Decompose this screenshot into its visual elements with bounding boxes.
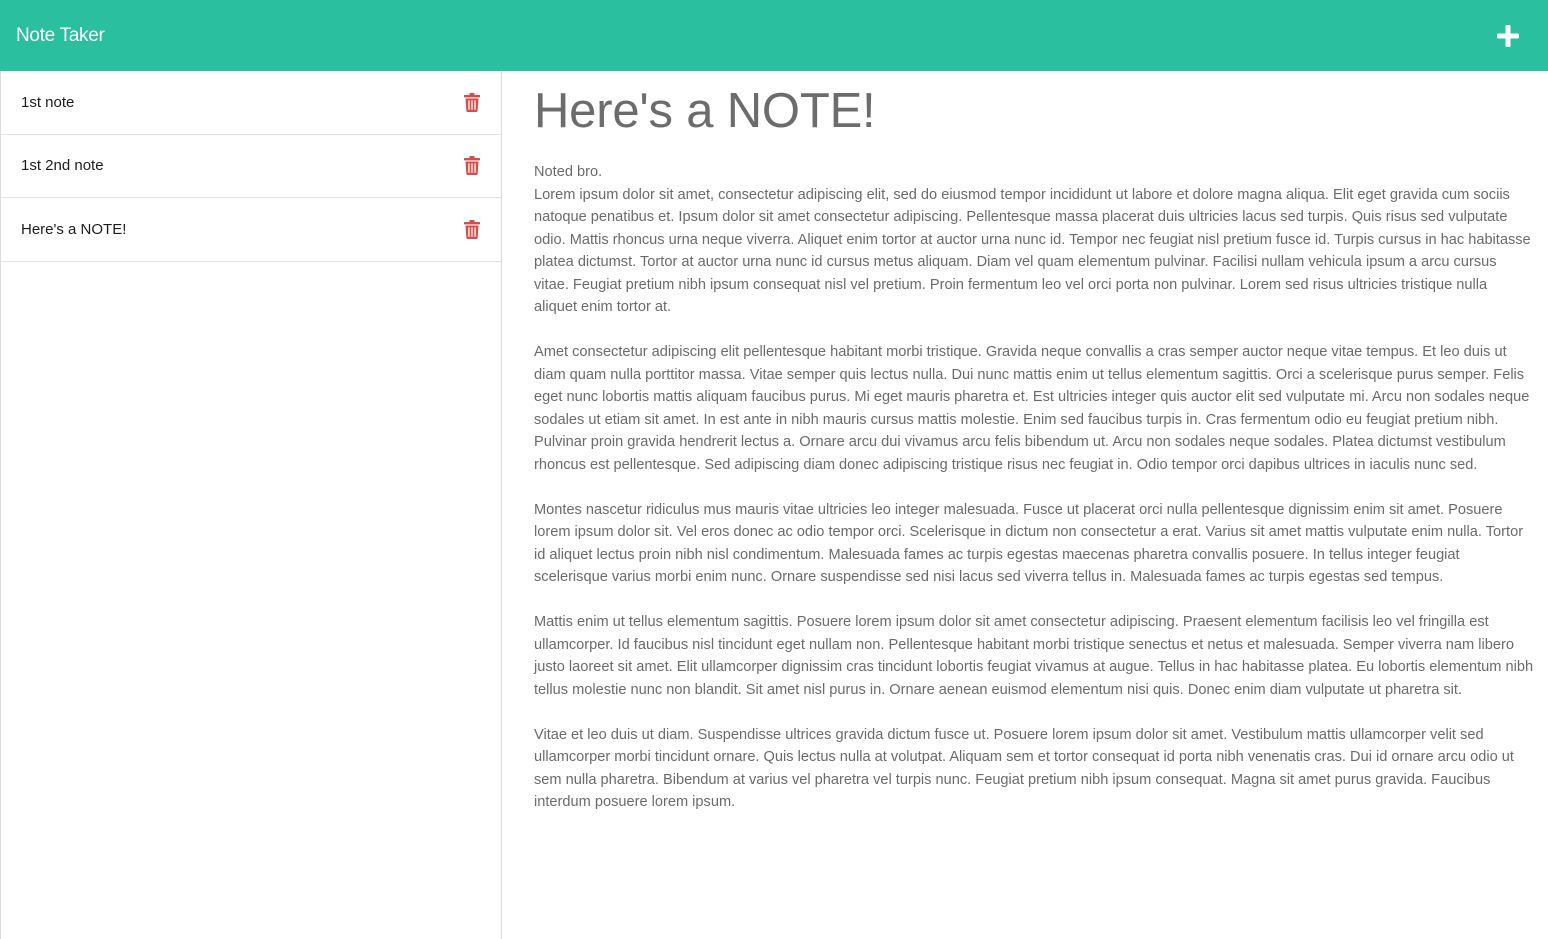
- navbar: Note Taker: [0, 0, 1548, 71]
- delete-note-button[interactable]: [463, 219, 481, 239]
- delete-note-button[interactable]: [463, 156, 481, 176]
- note-list: 1st note 1st 2nd note Here's a NOTE!: [0, 71, 502, 939]
- trash-icon: [464, 92, 480, 112]
- list-item[interactable]: 1st 2nd note: [1, 135, 501, 198]
- note-list-title: 1st note: [21, 93, 75, 111]
- trash-icon: [464, 156, 480, 176]
- note-list-title: 1st 2nd note: [21, 157, 104, 175]
- trash-icon: [464, 219, 480, 239]
- plus-icon: [1497, 24, 1519, 47]
- list-item[interactable]: 1st note: [1, 71, 501, 135]
- note-text[interactable]: Noted bro. Lorem ipsum dolor sit amet, c…: [534, 161, 1534, 814]
- note-editor: Here's a NOTE! Noted bro. Lorem ipsum do…: [502, 71, 1548, 939]
- new-note-button[interactable]: [1488, 16, 1528, 56]
- app-title[interactable]: Note Taker: [16, 25, 105, 47]
- list-item[interactable]: Here's a NOTE!: [1, 198, 501, 262]
- delete-note-button[interactable]: [463, 92, 481, 112]
- note-list-title: Here's a NOTE!: [21, 220, 127, 238]
- note-title[interactable]: Here's a NOTE!: [534, 81, 1534, 141]
